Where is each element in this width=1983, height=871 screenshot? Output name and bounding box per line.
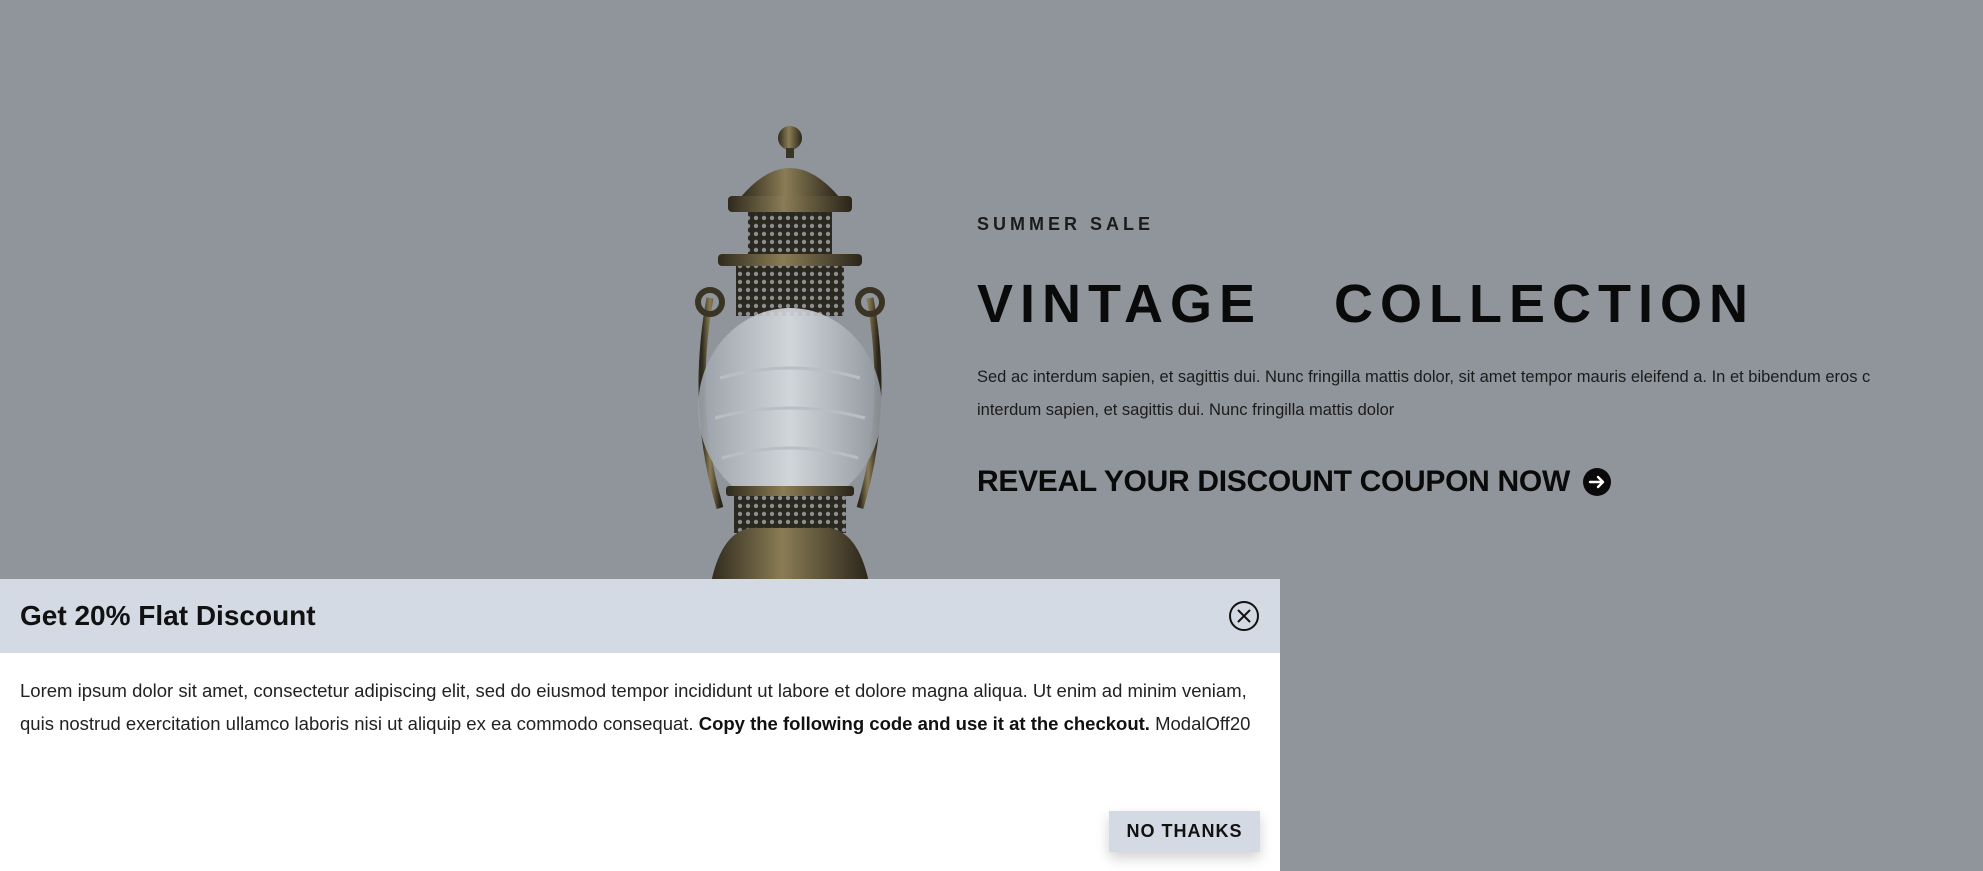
no-thanks-button[interactable]: NO THANKS xyxy=(1109,811,1260,852)
hero-title: VINTAGE COLLECTION xyxy=(977,274,1755,334)
modal-body-emphasis: Copy the following code and use it at th… xyxy=(698,712,1156,734)
modal-header: Get 20% Flat Discount xyxy=(0,579,1280,653)
coupon-code: ModalOff20 xyxy=(1155,712,1251,734)
hero-content: SUMMER SALE VINTAGE COLLECTION Sed ac in… xyxy=(977,214,1907,499)
modal-title: Get 20% Flat Discount xyxy=(20,600,316,631)
arrow-right-circle-icon xyxy=(1582,468,1611,496)
reveal-coupon-link[interactable]: REVEAL YOUR DISCOUNT COUPON NOW xyxy=(977,465,1612,499)
lantern-image xyxy=(695,126,885,588)
reveal-coupon-label: REVEAL YOUR DISCOUNT COUPON NOW xyxy=(977,465,1570,498)
hero-description: Sed ac interdum sapien, et sagittis dui.… xyxy=(977,368,1871,419)
discount-modal: Get 20% Flat Discount Lorem ipsum dolor … xyxy=(0,579,1280,871)
modal-body: Lorem ipsum dolor sit amet, consectetur … xyxy=(0,653,1280,740)
close-circle-icon[interactable] xyxy=(1228,600,1260,632)
sale-eyebrow: SUMMER SALE xyxy=(977,214,1155,234)
